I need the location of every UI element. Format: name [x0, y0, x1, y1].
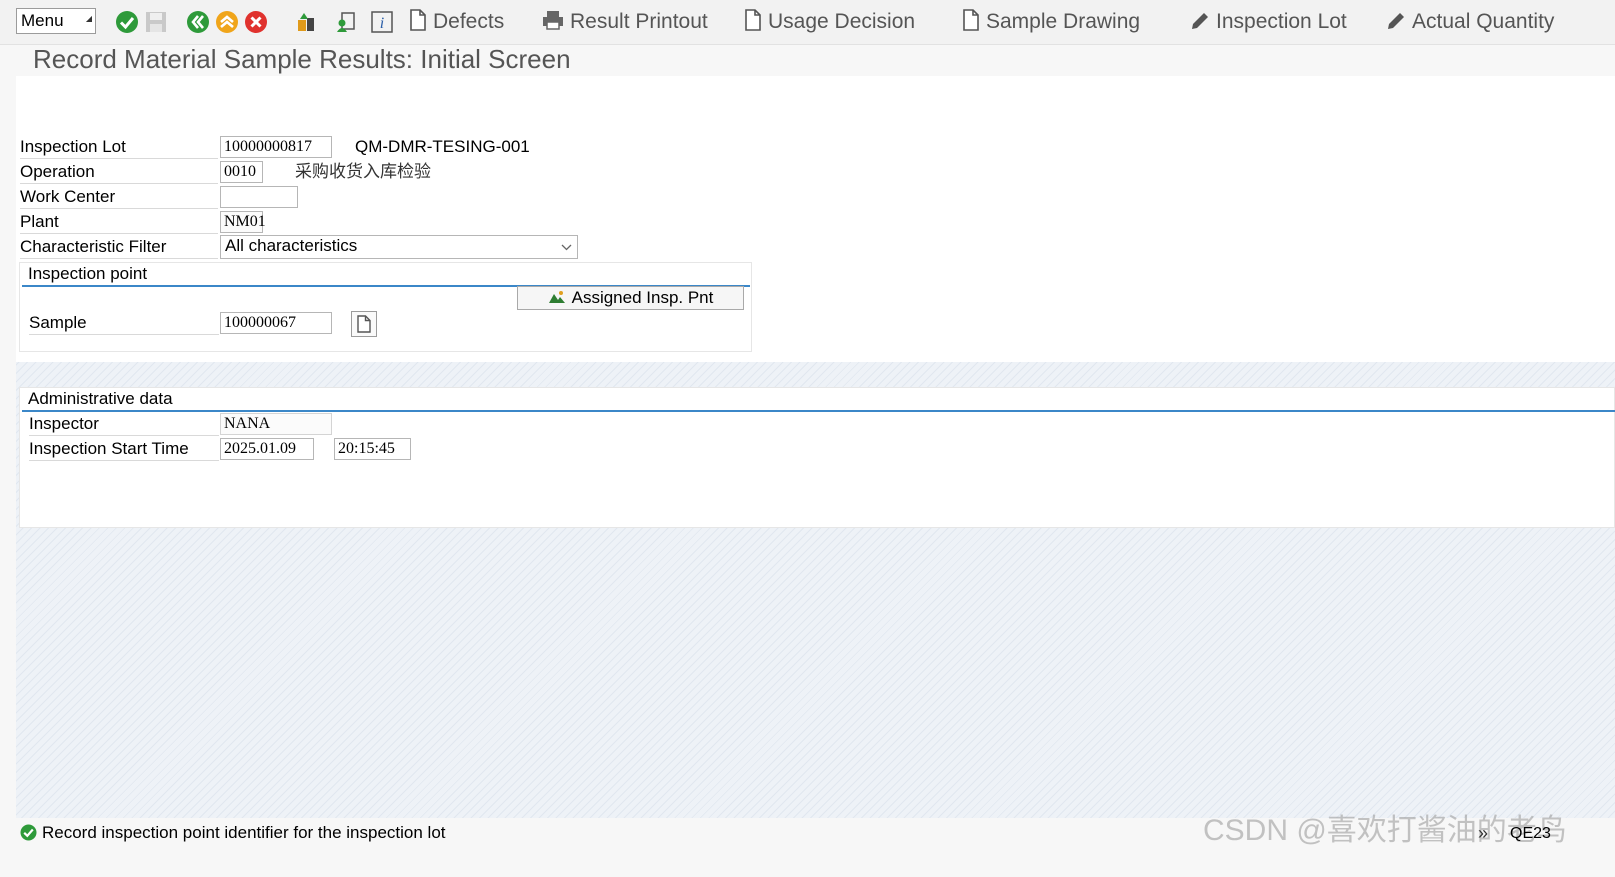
save-icon[interactable] [144, 10, 168, 34]
pencil-icon [1388, 13, 1404, 29]
expand-status-icon[interactable]: » [1478, 823, 1488, 844]
inspection-lot-button[interactable]: Inspection Lot [1190, 9, 1347, 35]
result-printout-label: Result Printout [570, 10, 708, 33]
inspector-label: Inspector [29, 413, 219, 436]
plant-label: Plant [20, 211, 218, 234]
printer-icon [543, 11, 563, 30]
document-icon [745, 9, 761, 31]
status-message[interactable]: Record inspection point identifier for t… [42, 822, 446, 844]
info-icon[interactable]: i [370, 10, 394, 34]
exit-icon[interactable] [215, 10, 239, 34]
actual-quantity-button[interactable]: Actual Quantity [1386, 9, 1554, 35]
inspection-lot-label: Inspection Lot [20, 136, 218, 159]
administrative-data-title: Administrative data [22, 388, 1615, 412]
document-icon [963, 9, 979, 31]
result-printout-button[interactable]: Result Printout [542, 9, 708, 35]
pencil-icon [1192, 13, 1208, 29]
back-icon[interactable] [186, 10, 210, 34]
characteristic-filter-select[interactable]: All characteristics [220, 235, 578, 259]
other-object-icon[interactable] [294, 10, 318, 34]
user-settings-icon[interactable] [334, 10, 358, 34]
sample-document-button[interactable] [351, 311, 377, 337]
document-icon [410, 9, 426, 31]
menu-caret-icon: ◢ [85, 14, 92, 23]
inspection-start-date-field[interactable]: 2025.01.09 [220, 438, 314, 460]
chevron-down-icon [561, 244, 572, 251]
inspection-start-time-label: Inspection Start Time [29, 438, 219, 461]
transaction-code[interactable]: QE23 [1510, 825, 1551, 843]
operation-label: Operation [20, 161, 218, 184]
usage-decision-button[interactable]: Usage Decision [744, 9, 915, 35]
work-center-field[interactable] [220, 186, 298, 208]
cancel-icon[interactable] [244, 10, 268, 34]
svg-text:i: i [380, 15, 384, 32]
sample-label: Sample [29, 312, 219, 335]
defects-label: Defects [433, 10, 505, 33]
menu-button[interactable]: Menu ◢ [16, 8, 96, 34]
plant-field[interactable]: NM01 [220, 211, 266, 233]
sample-field[interactable]: 100000067 [220, 312, 332, 334]
inspection-point-title: Inspection point [22, 263, 750, 287]
inspection-lot-field[interactable]: 10000000817 [220, 136, 332, 158]
operation-field[interactable]: 0010 [220, 161, 263, 183]
characteristic-filter-value: All characteristics [225, 236, 358, 255]
mountain-icon [548, 291, 565, 303]
document-icon [357, 315, 371, 333]
work-center-label: Work Center [20, 186, 218, 209]
sample-drawing-label: Sample Drawing [986, 10, 1141, 33]
actual-quantity-label: Actual Quantity [1412, 10, 1555, 33]
assigned-insp-pnt-button[interactable]: Assigned Insp. Pnt [517, 286, 744, 310]
assigned-insp-pnt-label: Assigned Insp. Pnt [571, 288, 714, 307]
inspection-lot-description: QM-DMR-TESING-001 [355, 137, 530, 156]
inspector-field[interactable]: NANA [220, 413, 332, 435]
defects-button[interactable]: Defects [409, 9, 504, 35]
menu-label: Menu [21, 11, 64, 30]
usage-decision-label: Usage Decision [768, 10, 916, 33]
operation-description: 采购收货入库检验 [295, 162, 431, 181]
characteristic-filter-label: Characteristic Filter [20, 236, 218, 259]
enter-icon[interactable] [115, 10, 139, 34]
page-title: Record Material Sample Results: Initial … [33, 44, 571, 74]
application-toolbar: Menu ◢ i Defects Result Printout Usage D… [0, 0, 1615, 45]
sample-drawing-button[interactable]: Sample Drawing [962, 9, 1140, 35]
inspection-lot-toolbar-label: Inspection Lot [1216, 10, 1347, 33]
inspection-start-time-field[interactable]: 20:15:45 [334, 438, 411, 460]
success-icon [20, 824, 37, 841]
